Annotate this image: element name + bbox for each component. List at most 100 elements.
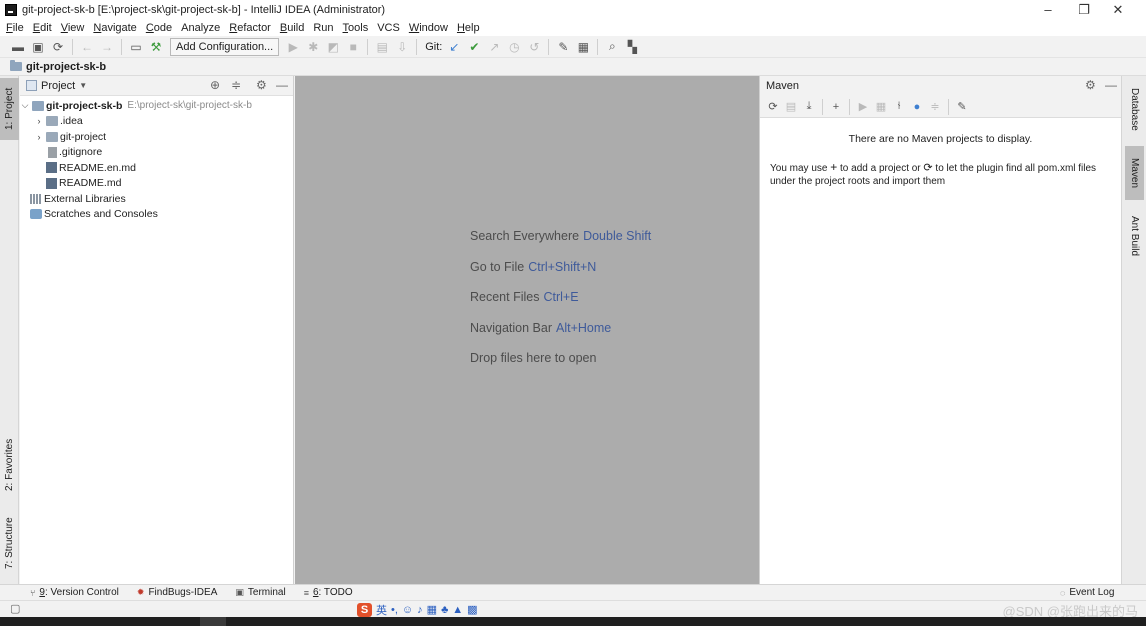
restore-button[interactable]: ❐ (1066, 0, 1102, 20)
menu-analyze[interactable]: Analyze (181, 22, 220, 34)
add-maven-project-icon[interactable]: + (827, 98, 845, 116)
editor-area[interactable]: Search Everywhere Double Shift Go to File… (295, 76, 759, 584)
menu-navigate[interactable]: Navigate (93, 22, 136, 34)
execute-goal-icon[interactable]: ▦ (872, 98, 890, 116)
ime-logo-icon[interactable]: S (357, 602, 372, 617)
download-icon[interactable]: ⤓ (800, 98, 818, 116)
close-button[interactable]: ✕ (1100, 0, 1136, 20)
toggle-tool-windows-icon[interactable]: ▢ (10, 602, 20, 615)
breadcrumb-project[interactable]: git-project-sk-b (26, 61, 106, 73)
reimport-icon[interactable]: ⟳ (764, 98, 782, 116)
ime-emoji-icon[interactable]: ☺ (402, 604, 413, 616)
ant-build-tool-tab[interactable]: Ant Build (1125, 206, 1144, 266)
git-rollback-icon[interactable]: ↺ (524, 37, 544, 57)
toggle-offline-icon[interactable]: ⫮ (890, 98, 908, 116)
maven-settings-wrench-icon[interactable]: ✎ (953, 98, 971, 116)
menu-run[interactable]: Run (313, 22, 333, 34)
toolbar-separator (948, 98, 949, 115)
skip-tests-icon[interactable]: ● (908, 98, 926, 116)
menu-view[interactable]: View (61, 22, 85, 34)
hint-label: Go to File (470, 259, 525, 274)
ime-keyboard-icon[interactable]: ▦ (427, 603, 437, 616)
project-structure-icon[interactable]: ▭ (126, 37, 146, 57)
tree-node-scratches[interactable]: Scratches and Consoles (20, 207, 293, 223)
active-taskbar-item[interactable] (200, 617, 226, 626)
git-commit-icon[interactable]: ✔ (464, 37, 484, 57)
attach-icon[interactable]: ⇩ (392, 37, 412, 57)
tree-node-readme[interactable]: README.md (20, 176, 293, 192)
search-icon[interactable]: ⌕ (602, 37, 622, 57)
git-update-icon[interactable]: ↙ (444, 37, 464, 57)
todo-tab[interactable]: ≡ 6: TODO (304, 587, 353, 598)
findbugs-tab[interactable]: ✹ FindBugs-IDEA (137, 587, 217, 598)
menu-vcs[interactable]: VCS (377, 22, 400, 34)
collapsed-arrow-icon[interactable]: › (34, 116, 44, 126)
maven-tool-tab[interactable]: Maven (1125, 146, 1144, 200)
todo-label: : TODO (318, 587, 353, 598)
git-push-icon[interactable]: ↗ (484, 37, 504, 57)
structure-tool-tab[interactable]: 7: Structure (0, 510, 19, 576)
tree-node-readme-en[interactable]: README.en.md (20, 160, 293, 176)
gear-icon[interactable]: ⚙ (256, 78, 267, 94)
profiler-icon[interactable]: ▤ (372, 37, 392, 57)
collapse-all-icon[interactable]: ≑ (926, 98, 944, 116)
project-tool-tab[interactable]: 1: Project (0, 78, 19, 140)
database-tool-tab[interactable]: Database (1125, 80, 1144, 138)
version-control-tab[interactable]: ⑂ 9: Version Control (30, 587, 119, 598)
menu-tools[interactable]: Tools (343, 22, 369, 34)
back-arrow-icon[interactable]: ← (77, 37, 97, 57)
coverage-icon[interactable]: ◩ (323, 37, 343, 57)
menu-build[interactable]: Build (280, 22, 304, 34)
hint-label: Drop files here to open (470, 351, 597, 365)
build-hammer-icon[interactable]: ⚒ (146, 37, 166, 57)
os-taskbar (0, 617, 1146, 626)
tree-node-root[interactable]: ⌵ git-project-sk-b E:\project-sk\git-pro… (20, 98, 293, 114)
event-log-tab[interactable]: ◌ Event Log (1060, 587, 1114, 598)
menu-refactor[interactable]: Refactor (229, 22, 271, 34)
menu-code[interactable]: Code (146, 22, 172, 34)
tree-node-git-project[interactable]: › git-project (20, 129, 293, 145)
terminal-tab[interactable]: ▣ Terminal (235, 587, 285, 598)
expanded-arrow-icon[interactable]: ⌵ (20, 100, 30, 111)
translate-icon[interactable]: ▚ (622, 37, 642, 57)
generate-sources-icon[interactable]: ▤ (782, 98, 800, 116)
stop-icon[interactable]: ■ (343, 37, 363, 57)
settings-wrench-icon[interactable]: ✎ (553, 37, 573, 57)
minimize-button[interactable]: – (1030, 0, 1066, 20)
forward-arrow-icon[interactable]: → (97, 37, 117, 57)
ime-voice-icon[interactable]: ♪ (417, 604, 423, 616)
debug-icon[interactable]: ✱ (303, 37, 323, 57)
sync-icon[interactable]: ⟳ (48, 37, 68, 57)
hide-panel-icon[interactable]: — (1105, 78, 1117, 94)
gear-icon[interactable]: ⚙ (1085, 78, 1096, 94)
save-all-icon[interactable]: ▣ (28, 37, 48, 57)
menu-window[interactable]: Window (409, 22, 448, 34)
tree-node-idea[interactable]: › .idea (20, 114, 293, 130)
add-configuration-button[interactable]: Add Configuration... (170, 37, 280, 56)
ime-language[interactable]: 英 (376, 602, 387, 618)
run-icon[interactable]: ▶ (283, 37, 303, 57)
git-history-icon[interactable]: ◷ (504, 37, 524, 57)
menu-edit[interactable]: Edit (33, 22, 52, 34)
ime-shirt-icon[interactable]: ▲ (452, 604, 463, 616)
chevron-down-icon[interactable]: ▼ (79, 81, 87, 90)
run-maven-build-icon[interactable]: ▶ (854, 98, 872, 116)
ime-skin-icon[interactable]: ♣ (441, 604, 448, 616)
tree-node-gitignore[interactable]: .gitignore (20, 145, 293, 161)
project-view-selector[interactable]: Project (41, 80, 75, 92)
locate-target-icon[interactable]: ⊕ (210, 78, 220, 94)
hide-panel-icon[interactable]: — (276, 78, 288, 94)
tree-node-external-libraries[interactable]: External Libraries (20, 191, 293, 207)
maven-panel-title: Maven (766, 80, 800, 92)
menu-help[interactable]: Help (457, 22, 480, 34)
favorites-tool-tab[interactable]: 2: Favorites (0, 432, 19, 498)
menu-file[interactable]: File (6, 22, 24, 34)
menu-help-mnemonic: H (456, 22, 465, 34)
open-folder-icon[interactable]: ▬ (8, 37, 28, 57)
collapse-all-icon[interactable]: ≑ (231, 78, 241, 94)
ime-punctuation-icon[interactable]: •, (391, 604, 398, 616)
hint-shortcut: Double Shift (583, 229, 652, 243)
ime-toolbox-icon[interactable]: ▩ (467, 603, 477, 616)
project-structure-grid-icon[interactable]: ▦ (573, 37, 593, 57)
collapsed-arrow-icon[interactable]: › (34, 132, 44, 142)
